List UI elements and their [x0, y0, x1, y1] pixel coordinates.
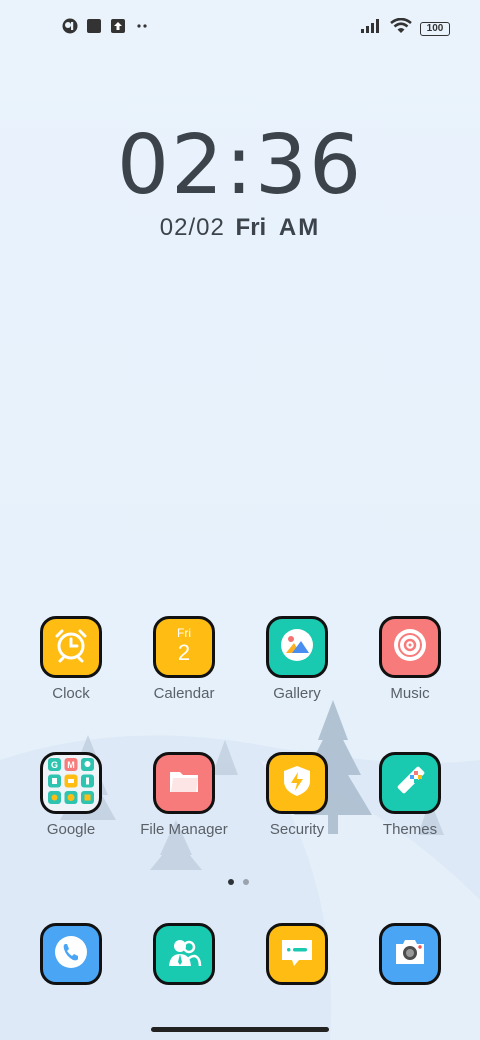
clock-time[interactable]: 02:36 [0, 118, 480, 213]
message-icon [277, 932, 317, 977]
dock-camera[interactable] [360, 923, 460, 985]
app-google-label: Google [46, 821, 96, 838]
app-clock[interactable]: Clock [21, 616, 121, 702]
camera-icon [390, 932, 430, 977]
app-file-manager[interactable]: File Manager [134, 752, 234, 838]
dock-phone-tile[interactable] [40, 923, 102, 985]
app-music-label: Music [390, 685, 430, 702]
weekday-text: Fri [235, 214, 267, 241]
app-file-manager-label: File Manager [140, 821, 228, 838]
app-clock-label: Clock [52, 685, 90, 702]
dock-contacts[interactable] [134, 923, 234, 985]
app-google-folder[interactable]: G M Google [21, 752, 121, 838]
date-text: 02/02 [159, 214, 225, 241]
app-gallery-tile[interactable] [266, 616, 328, 678]
battery-icon: 100 [420, 21, 450, 36]
more-notifications-icon [134, 18, 150, 39]
app-notification-icon [62, 18, 78, 39]
svg-text:G: G [51, 760, 58, 770]
app-calendar[interactable]: Fri 2 Calendar [134, 616, 234, 702]
home-gesture-bar[interactable] [151, 1027, 329, 1032]
folder-icon: G M [45, 755, 97, 812]
square-notification-icon [86, 18, 102, 39]
dock-camera-tile[interactable] [379, 923, 441, 985]
folder-icon [164, 761, 204, 806]
app-music[interactable]: Music [360, 616, 460, 702]
gallery-icon [277, 625, 317, 670]
app-themes-label: Themes [382, 821, 438, 838]
status-bar: 100 [0, 14, 480, 42]
alarm-clock-icon [51, 625, 91, 670]
battery-level: 100 [426, 22, 444, 34]
app-google-tile[interactable]: G M [40, 752, 102, 814]
app-clock-tile[interactable] [40, 616, 102, 678]
app-calendar-label: Calendar [153, 685, 215, 702]
upload-notification-icon [110, 18, 126, 39]
dock-messages-tile[interactable] [266, 923, 328, 985]
music-disc-icon [390, 625, 430, 670]
calendar-day-number: 2 [177, 640, 191, 665]
wifi-icon [390, 17, 412, 39]
phone-icon [51, 932, 91, 977]
app-themes-tile[interactable] [379, 752, 441, 814]
page-indicator[interactable] [228, 879, 249, 885]
app-security-tile[interactable] [266, 752, 328, 814]
app-file-manager-tile[interactable] [153, 752, 215, 814]
app-themes[interactable]: Themes [360, 752, 460, 838]
app-security[interactable]: Security [247, 752, 347, 838]
page-dot-2[interactable] [243, 879, 249, 885]
signal-icon [360, 18, 382, 39]
app-gallery[interactable]: Gallery [247, 616, 347, 702]
brush-icon [390, 761, 430, 806]
svg-text:M: M [67, 760, 75, 770]
page-dot-1[interactable] [228, 879, 234, 885]
app-security-label: Security [269, 821, 325, 838]
clock-date: 02/02 Fri AM [0, 214, 480, 242]
ampm-text: AM [278, 214, 321, 241]
app-gallery-label: Gallery [273, 685, 321, 702]
dock-phone[interactable] [21, 923, 121, 985]
dock-contacts-tile[interactable] [153, 923, 215, 985]
shield-icon [277, 761, 317, 806]
contacts-icon [164, 932, 204, 977]
app-music-tile[interactable] [379, 616, 441, 678]
app-calendar-tile[interactable]: Fri 2 [153, 616, 215, 678]
calendar-day-name: Fri [177, 626, 191, 640]
dock-messages[interactable] [247, 923, 347, 985]
